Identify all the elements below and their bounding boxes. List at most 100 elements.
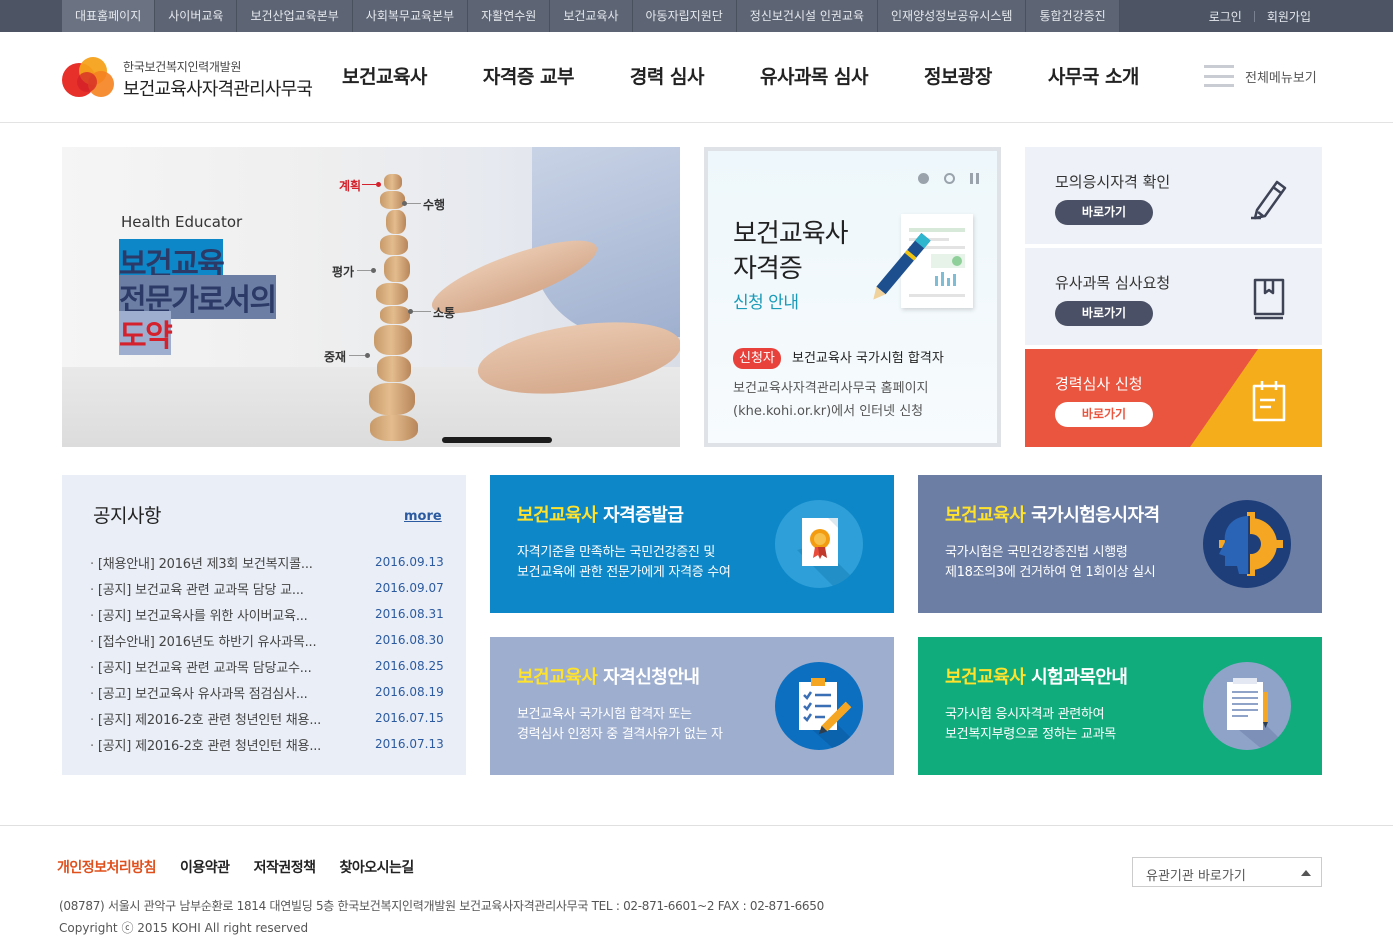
leader-dot <box>371 268 376 273</box>
login-link[interactable]: 로그인 <box>1197 8 1254 25</box>
tile-title: 보건교육사 국가시험응시자격 <box>945 501 1160 527</box>
leader-dot <box>365 353 370 358</box>
notice-item-title[interactable]: [채용안내] 2016년 제3회 보건복지콜... <box>90 553 340 572</box>
promo-slide[interactable]: 보건교육사 자격증 신청 안내 신청자 보건교육사 국가시험 합격자 보건교육사… <box>708 151 997 443</box>
notice-item[interactable]: [공지] 보건교육사를 위한 사이버교육... 2016.08.31 <box>90 601 444 627</box>
notice-item[interactable]: [공지] 보건교육 관련 교과목 담당교수... 2016.08.25 <box>90 653 444 679</box>
quick-title: 모의응시자격 확인 <box>1055 173 1171 191</box>
tile-desc-line2: 제18조의3에 건거하여 연 1회이상 실시 <box>945 565 1156 580</box>
tile-title-text: 자격증발급 <box>597 505 684 526</box>
topbar-link-self-support[interactable]: 자활연수원 <box>468 0 551 32</box>
tile-exam-eligibility[interactable]: 보건교육사 국가시험응시자격 국가시험은 국민건강증진법 시행령 제18조의3에… <box>918 475 1322 613</box>
promo-desc-line1: 보건교육사자격관리사무국 홈페이지 <box>733 381 929 396</box>
topbar-link-mental-health[interactable]: 정신보건시설 인권교육 <box>736 0 879 32</box>
nav-similar-subject-review[interactable]: 유사과목 심사 <box>760 32 869 123</box>
notice-item-date: 2016.08.25 <box>375 659 444 673</box>
notice-item-date: 2016.09.13 <box>375 555 444 569</box>
topbar-link-social-service[interactable]: 사회복무교육본부 <box>352 0 469 32</box>
checklist-icon <box>775 662 863 750</box>
tile-title: 보건교육사 자격증발급 <box>517 501 684 527</box>
topbar-link-health-industry[interactable]: 보건산업교육본부 <box>237 0 353 32</box>
notice-item-title[interactable]: [공지] 제2016-2호 관련 청년인턴 채용... <box>90 709 340 728</box>
tile-desc-line1: 국가시험 응시자격과 관련하여 <box>945 707 1105 722</box>
tile-title-prefix: 보건교육사 <box>517 505 598 526</box>
notice-more-link[interactable]: more <box>404 509 442 524</box>
applicant-target: 보건교육사 국가시험 합격자 <box>792 351 944 366</box>
logo-mark-icon <box>62 57 114 97</box>
go-button[interactable]: 바로가기 <box>1055 200 1153 225</box>
leader-line <box>349 355 365 356</box>
pause-icon[interactable] <box>970 173 982 184</box>
leader-dot <box>402 201 407 206</box>
stone-label-perform: 수행 <box>423 198 446 212</box>
site-logo[interactable]: 한국보건복지인력개발원 보건교육사자격관리사무국 <box>61 54 321 102</box>
notice-item-title[interactable]: [공지] 보건교육 관련 교과목 담당 교... <box>90 579 340 598</box>
nav-certificate-issue[interactable]: 자격증 교부 <box>483 32 575 123</box>
notice-item-date: 2016.07.13 <box>375 737 444 751</box>
nav-career-review[interactable]: 경력 심사 <box>630 32 705 123</box>
notice-item-title[interactable]: [공지] 제2016-2호 관련 청년인턴 채용... <box>90 735 340 754</box>
slide-indicator-1[interactable] <box>918 173 929 184</box>
terms-link[interactable]: 이용약관 <box>180 857 230 877</box>
go-button[interactable]: 바로가기 <box>1055 301 1153 326</box>
nav-info-square[interactable]: 정보광장 <box>924 32 992 123</box>
site-header: 한국보건복지인력개발원 보건교육사자격관리사무국 보건교육사 자격증 교부 경력… <box>0 32 1393 123</box>
hamburger-icon <box>1204 65 1234 87</box>
topbar-link-main[interactable]: 대표홈페이지 <box>62 0 156 32</box>
nav-office-intro[interactable]: 사무국 소개 <box>1048 32 1140 123</box>
logo-office-name: 보건교육사자격관리사무국 <box>123 79 313 100</box>
slide-indicator-2[interactable] <box>944 173 955 184</box>
tile-desc-line1: 국가시험은 국민건강증진법 시행령 <box>945 545 1128 560</box>
join-link[interactable]: 회원가입 <box>1255 8 1323 25</box>
promo-title-line2: 자격증 <box>733 254 803 284</box>
leader-dot <box>376 182 381 187</box>
tile-certificate-issue[interactable]: 보건교육사 자격증발급 자격기준을 만족하는 국민건강증진 및 보건교육에 관한… <box>490 475 894 613</box>
leader-line <box>362 184 376 185</box>
notice-item[interactable]: [공지] 제2016-2호 관련 청년인턴 채용... 2016.07.13 <box>90 731 444 757</box>
topbar-link-cyber[interactable]: 사이버교육 <box>155 0 238 32</box>
promo-title-line3: 신청 안내 <box>733 293 799 313</box>
notice-item-title[interactable]: [공지] 보건교육사를 위한 사이버교육... <box>90 605 340 624</box>
notice-item-date: 2016.09.07 <box>375 581 444 595</box>
all-menu-button[interactable]: 전체메뉴보기 <box>1204 65 1317 87</box>
pencil-icon <box>1251 180 1287 220</box>
tile-desc-line2: 경력심사 인정자 중 결격사유가 없는 자 <box>517 727 723 742</box>
footer-copyright: Copyright ⓒ 2015 KOHI All right reserved <box>59 921 309 935</box>
topbar-link-health-educator[interactable]: 보건교육사 <box>550 0 633 32</box>
main-nav: 보건교육사 자격증 교부 경력 심사 유사과목 심사 정보광장 사무국 소개 <box>342 32 1139 123</box>
notice-item[interactable]: [채용안내] 2016년 제3회 보건복지콜... 2016.09.13 <box>90 549 444 575</box>
notice-item[interactable]: [접수안내] 2016년도 하반기 유사과목... 2016.08.30 <box>90 627 444 653</box>
notice-item-title[interactable]: [공고] 보건교육사 유사과목 점검심사... <box>90 683 340 702</box>
directions-link[interactable]: 찾아오시는길 <box>339 857 414 877</box>
copyright-policy-link[interactable]: 저작권정책 <box>254 857 316 877</box>
hero-subtitle: Health Educator <box>121 213 243 231</box>
topbar-link-talent-system[interactable]: 인재양성정보공유시스템 <box>878 0 1027 32</box>
nav-health-educator[interactable]: 보건교육사 <box>342 32 427 123</box>
notice-item[interactable]: [공지] 보건교육 관련 교과목 담당 교... 2016.09.07 <box>90 575 444 601</box>
notice-board: 공지사항 more [채용안내] 2016년 제3회 보건복지콜... 2016.… <box>62 475 466 775</box>
go-button[interactable]: 바로가기 <box>1055 402 1153 427</box>
tile-title-text: 국가시험응시자격 <box>1025 505 1160 526</box>
stone-label-mediate: 중재 <box>324 350 347 364</box>
topbar-link-health-promotion[interactable]: 통합건강증진 <box>1026 0 1120 32</box>
notice-item[interactable]: [공지] 제2016-2호 관련 청년인턴 채용... 2016.07.15 <box>90 705 444 731</box>
notice-item-title[interactable]: [접수안내] 2016년도 하반기 유사과목... <box>90 631 340 650</box>
quick-mock-eligibility: 모의응시자격 확인 바로가기 <box>1025 147 1322 244</box>
clipboard-icon <box>1252 381 1286 422</box>
related-sites-select[interactable]: 유관기관 바로가기 <box>1132 857 1322 887</box>
tile-exam-subjects[interactable]: 보건교육사 시험과목안내 국가시험 응시자격과 관련하여 보건복지부령으로 정하… <box>918 637 1322 775</box>
footer-address: (08787) 서울시 관악구 남부순환로 1814 대연빌딩 5층 한국보건복… <box>59 899 824 913</box>
topbar-link-child-independence[interactable]: 아동자립지원단 <box>632 0 737 32</box>
promo-slider: 보건교육사 자격증 신청 안내 신청자 보건교육사 국가시험 합격자 보건교육사… <box>704 147 1001 447</box>
tile-application-guide[interactable]: 보건교육사 자격신청안내 보건교육사 국가시험 합격자 또는 경력심사 인정자 … <box>490 637 894 775</box>
auth-links: 로그인 회원가입 <box>1197 0 1323 32</box>
quick-title: 경력심사 신청 <box>1055 375 1143 393</box>
slider-controls <box>918 173 982 184</box>
notice-item-title[interactable]: [공지] 보건교육 관련 교과목 담당교수... <box>90 657 340 676</box>
notice-item[interactable]: [공고] 보건교육사 유사과목 점검심사... 2016.08.19 <box>90 679 444 705</box>
related-sites-value: 유관기관 바로가기 <box>1146 869 1246 884</box>
notice-item-date: 2016.08.30 <box>375 633 444 647</box>
quick-similar-subject-request: 유사과목 심사요청 바로가기 <box>1025 248 1322 345</box>
privacy-policy-link[interactable]: 개인정보처리방침 <box>57 857 157 877</box>
logo-org-name: 한국보건복지인력개발원 <box>123 60 242 74</box>
